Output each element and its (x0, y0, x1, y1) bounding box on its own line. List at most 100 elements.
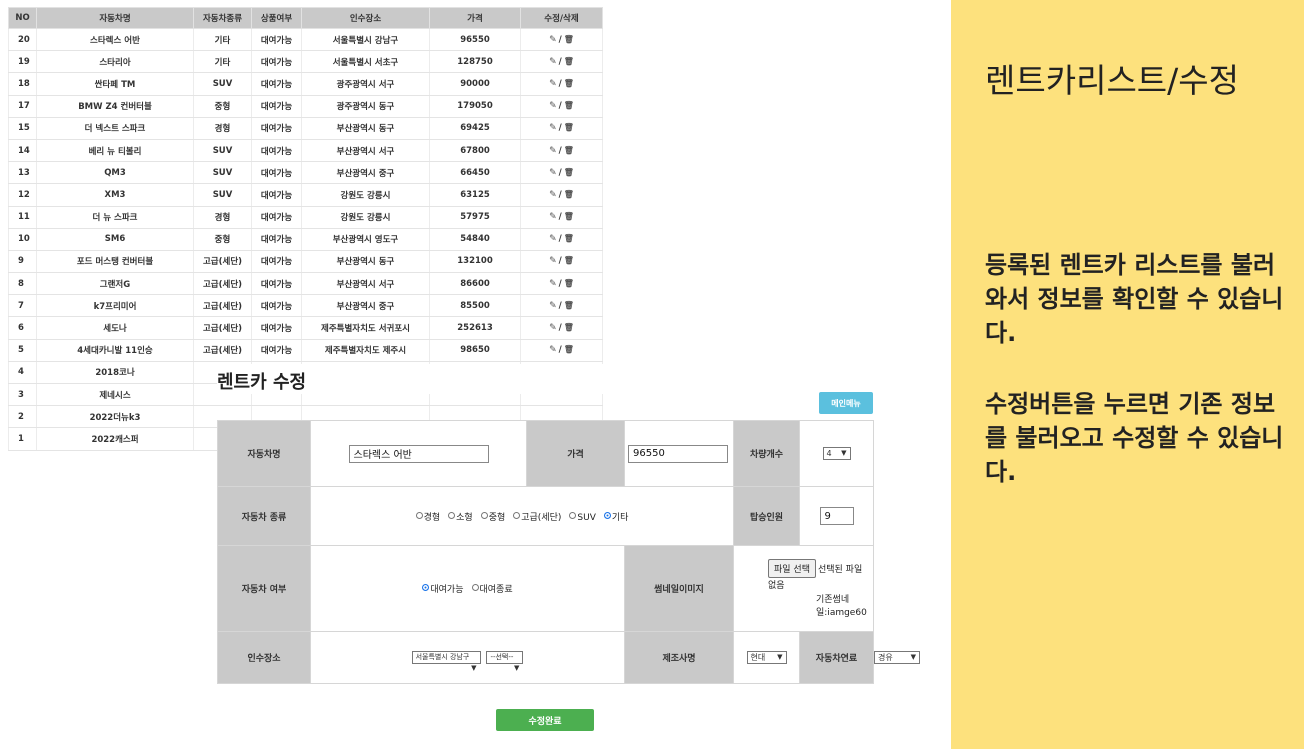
cell-place: 광주광역시 서구 (301, 72, 430, 96)
radio-unchecked-icon (480, 511, 488, 519)
action-separator: / (558, 345, 562, 356)
trash-icon[interactable]: 🗑 (564, 57, 574, 66)
trash-icon[interactable]: 🗑 (564, 279, 574, 288)
edit-icon[interactable]: ✎ (549, 323, 557, 333)
table-row: 19 스타리아 기타 대여가능 서울특별시 서초구 128750 ✎ / 🗑 (8, 50, 603, 74)
action-separator: / (558, 278, 562, 289)
car-type-radio-1[interactable]: 소형 (448, 510, 473, 523)
cell-car-name: 스타리아 (36, 50, 194, 74)
cell-car-name: XM3 (36, 183, 194, 207)
cell-actions: ✎ / 🗑 (520, 117, 603, 140)
availability-radio-label: 대여종료 (479, 585, 513, 595)
car-type-radio-0[interactable]: 경형 (415, 510, 440, 523)
trash-icon[interactable]: 🗑 (564, 323, 574, 332)
edit-icon[interactable]: ✎ (549, 212, 557, 222)
cell-place: 부산광역시 동구 (301, 250, 430, 274)
trash-icon[interactable]: 🗑 (564, 212, 574, 221)
edit-icon[interactable]: ✎ (549, 234, 557, 244)
cell-price: 96550 (429, 28, 521, 52)
edit-icon[interactable]: ✎ (549, 256, 557, 266)
cell-actions: ✎ / 🗑 (520, 28, 603, 52)
edit-icon[interactable]: ✎ (549, 101, 557, 111)
cell-actions: ✎ / 🗑 (520, 50, 603, 74)
availability-radio-label: 대여가능 (430, 585, 464, 595)
label-fuel: 자동차연료 (799, 631, 874, 684)
edit-icon[interactable]: ✎ (549, 190, 557, 200)
availability-radio-0[interactable]: 대여가능 (422, 582, 464, 595)
location-city-select[interactable]: 서울특별시 강남구 ▼ (411, 651, 481, 672)
price-input[interactable] (628, 444, 728, 463)
edit-panel-title: 렌트카 수정 (217, 364, 617, 394)
trash-icon[interactable]: 🗑 (564, 101, 574, 110)
trash-icon[interactable]: 🗑 (564, 123, 574, 132)
col-header-status: 상품여부 (251, 7, 302, 29)
cell-price: 132100 (429, 250, 521, 274)
edit-icon[interactable]: ✎ (549, 168, 557, 178)
chevron-down-icon: ▼ (514, 664, 520, 672)
car-type-radio-4[interactable]: SUV (569, 511, 596, 523)
edit-icon[interactable]: ✎ (549, 301, 557, 311)
cell-car-type: 기타 (193, 28, 252, 52)
cell-status: 대여가능 (251, 95, 302, 118)
table-row: 10 SM6 중형 대여가능 부산광역시 영도구 54840 ✎ / 🗑 (8, 228, 603, 251)
table-row: 20 스타렉스 어반 기타 대여가능 서울특별시 강남구 96550 ✎ / 🗑 (8, 28, 603, 52)
trash-icon[interactable]: 🗑 (564, 146, 574, 155)
cell-no: 7 (8, 294, 37, 318)
cell-car-type: 고급(세단) (193, 339, 252, 362)
cell-place: 제주특별자치도 제주시 (301, 339, 430, 362)
cell-car-type: 중형 (193, 95, 252, 118)
car-name-input[interactable] (348, 444, 489, 463)
car-type-radio-2[interactable]: 중형 (480, 510, 505, 523)
cell-price: 66450 (429, 161, 521, 185)
fuel-select[interactable]: 경유 ▼ (874, 651, 920, 664)
cell-status: 대여가능 (251, 139, 302, 163)
trash-icon[interactable]: 🗑 (564, 234, 574, 243)
maker-select[interactable]: 현대 ▼ (746, 651, 787, 664)
label-car-count: 차량개수 (733, 420, 800, 487)
car-count-select[interactable]: 4 ▼ (822, 447, 851, 460)
action-separator: / (558, 34, 562, 45)
car-type-radio-label: SUV (577, 512, 596, 523)
location-city-value: 서울특별시 강남구 (415, 653, 470, 661)
cell-status: 대여가능 (251, 206, 302, 229)
cell-no: 6 (8, 316, 37, 340)
main-menu-button[interactable]: 메인메뉴 (819, 392, 873, 414)
action-separator: / (558, 234, 562, 245)
car-type-radio-5[interactable]: 기타 (603, 510, 628, 523)
cell-place: 서울특별시 강남구 (301, 28, 430, 52)
cell-status: 대여가능 (251, 316, 302, 340)
trash-icon[interactable]: 🗑 (564, 301, 574, 310)
car-type-radio-3[interactable]: 고급(세단) (513, 510, 561, 523)
edit-icon[interactable]: ✎ (549, 57, 557, 67)
cell-actions: ✎ / 🗑 (520, 161, 603, 185)
cell-no: 3 (8, 383, 37, 407)
location-district-select[interactable]: --선택-- ▼ (486, 651, 524, 672)
edit-icon[interactable]: ✎ (549, 279, 557, 289)
trash-icon[interactable]: 🗑 (564, 190, 574, 199)
edit-icon[interactable]: ✎ (549, 146, 557, 156)
cell-price: 90000 (429, 72, 521, 96)
cell-place: 부산광역시 중구 (301, 161, 430, 185)
cell-car-name: 2022캐스퍼 (36, 427, 194, 451)
trash-icon[interactable]: 🗑 (564, 168, 574, 177)
edit-icon[interactable]: ✎ (549, 79, 557, 89)
cell-car-type: 고급(세단) (193, 316, 252, 340)
availability-radio-1[interactable]: 대여종료 (471, 582, 513, 595)
edit-icon[interactable]: ✎ (549, 123, 557, 133)
cell-status: 대여가능 (251, 228, 302, 251)
submit-edit-button[interactable]: 수정완료 (496, 709, 594, 731)
cell-status: 대여가능 (251, 272, 302, 296)
cell-car-type: 경형 (193, 117, 252, 140)
trash-icon[interactable]: 🗑 (564, 35, 574, 44)
table-row: 13 QM3 SUV 대여가능 부산광역시 중구 66450 ✎ / 🗑 (8, 161, 603, 185)
trash-icon[interactable]: 🗑 (564, 345, 574, 354)
trash-icon[interactable]: 🗑 (564, 256, 574, 265)
seats-input[interactable] (819, 507, 854, 525)
trash-icon[interactable]: 🗑 (564, 79, 574, 88)
cell-actions: ✎ / 🗑 (520, 339, 603, 362)
cell-actions: ✎ / 🗑 (520, 294, 603, 318)
col-header-car-name: 자동차명 (36, 7, 194, 29)
file-select-button[interactable]: 파일 선택 (768, 559, 816, 578)
edit-icon[interactable]: ✎ (549, 345, 557, 355)
edit-icon[interactable]: ✎ (549, 35, 557, 45)
